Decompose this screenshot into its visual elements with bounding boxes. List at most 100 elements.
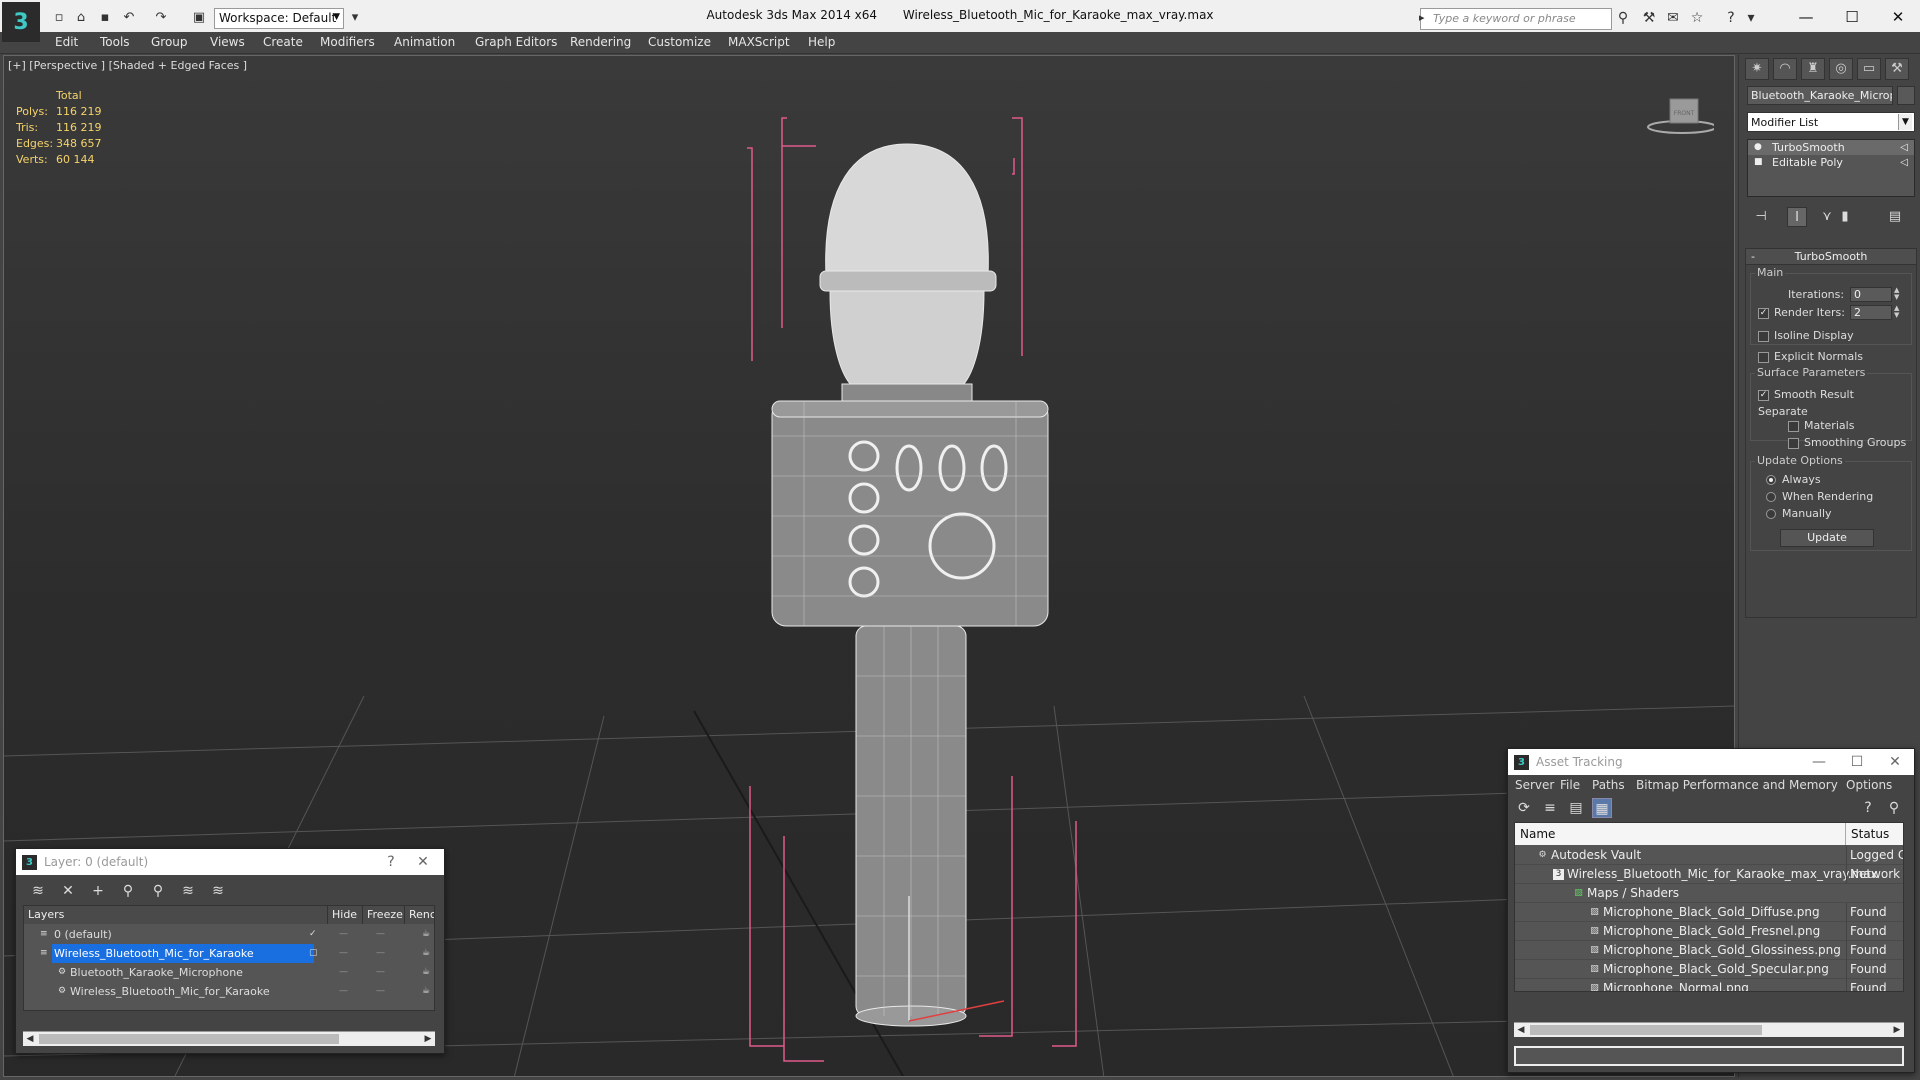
checkmark-icon[interactable]: ✓: [309, 929, 320, 940]
configure-modifier-sets-icon[interactable]: ▤: [1885, 207, 1905, 227]
save-file-icon[interactable]: ▪: [96, 9, 114, 27]
close-button[interactable]: ✕: [1875, 4, 1920, 30]
menu-file[interactable]: File: [1560, 778, 1580, 792]
hide-toggle[interactable]: —: [339, 944, 353, 963]
current-layer-icon[interactable]: ▢: [309, 948, 320, 959]
scroll-thumb[interactable]: [39, 1034, 339, 1044]
stack-item-editable-poly[interactable]: ■ Editable Poly ◁: [1748, 155, 1914, 170]
modifier-list-dropdown[interactable]: Modifier List ▼: [1747, 112, 1915, 132]
menu-animation[interactable]: Animation: [394, 35, 455, 49]
menu-graph-editors[interactable]: Graph Editors: [475, 35, 557, 49]
new-file-icon[interactable]: ▫: [50, 9, 68, 27]
detail-view-icon[interactable]: ▤: [1566, 798, 1586, 818]
always-radio[interactable]: [1766, 475, 1776, 485]
motion-tab-icon[interactable]: ◎: [1829, 58, 1853, 80]
freeze-toggle[interactable]: —: [376, 925, 390, 944]
highlight-layer-icon[interactable]: ⚲: [148, 881, 168, 901]
modify-tab-icon[interactable]: ◠: [1773, 58, 1797, 80]
menu-server[interactable]: Server: [1515, 778, 1554, 792]
menu-options[interactable]: Options: [1846, 778, 1892, 792]
explicit-normals-checkbox[interactable]: [1758, 352, 1769, 363]
column-layers[interactable]: Layers: [24, 906, 328, 924]
scroll-thumb[interactable]: [1530, 1025, 1762, 1035]
hide-all-icon[interactable]: ≋: [178, 881, 198, 901]
favorites-star-icon[interactable]: ☆: [1688, 9, 1706, 27]
hide-toggle[interactable]: —: [339, 963, 353, 982]
render-iters-spinner[interactable]: 2: [1850, 305, 1892, 320]
quick-access-more-icon[interactable]: ▾: [346, 9, 364, 27]
app-logo-icon[interactable]: 3: [2, 2, 40, 42]
asset-row[interactable]: ▧ Microphone_Black_Gold_Specular.png Fou…: [1515, 960, 1903, 979]
layer-row[interactable]: ≡ 0 (default) ✓ — — ☕: [24, 925, 434, 944]
create-layer-icon[interactable]: ≋: [28, 881, 48, 901]
viewcube-icon[interactable]: FRONT: [1644, 91, 1714, 136]
scroll-left-icon[interactable]: ◀: [23, 1032, 37, 1047]
menu-maxscript[interactable]: MAXScript: [728, 35, 790, 49]
teapot-icon[interactable]: ☕: [422, 929, 433, 940]
menu-edit[interactable]: Edit: [55, 35, 78, 49]
pin-icon[interactable]: ⚲: [1884, 798, 1904, 818]
freeze-toggle[interactable]: —: [376, 963, 390, 982]
column-render[interactable]: Renc: [405, 906, 434, 924]
update-button[interactable]: Update: [1780, 529, 1874, 547]
lightbulb-icon[interactable]: ●: [1754, 140, 1762, 155]
menu-group[interactable]: Group: [151, 35, 188, 49]
column-name[interactable]: Name: [1515, 823, 1846, 845]
smooth-result-checkbox[interactable]: ✓: [1758, 390, 1769, 401]
project-folder-icon[interactable]: ▣: [190, 9, 208, 27]
manually-radio[interactable]: [1766, 509, 1776, 519]
maximize-button[interactable]: ☐: [1844, 749, 1870, 775]
freeze-toggle[interactable]: —: [376, 944, 390, 963]
menu-tools[interactable]: Tools: [100, 35, 130, 49]
subscription-icon[interactable]: ⚒: [1640, 9, 1658, 27]
help-icon[interactable]: ?: [1722, 9, 1740, 27]
help-button[interactable]: ?: [378, 849, 404, 875]
utilities-tab-icon[interactable]: ⚒: [1885, 58, 1909, 80]
layer-row[interactable]: ≡ Wireless_Bluetooth_Mic_for_Karaoke ▢ —…: [24, 944, 434, 963]
layer-window-titlebar[interactable]: 3 Layer: 0 (default) ? ✕: [16, 849, 444, 875]
layer-row[interactable]: ⚙ Bluetooth_Karaoke_Microphone — — ☕: [24, 963, 434, 982]
asset-row[interactable]: ▧ Microphone_Black_Gold_Glossiness.png F…: [1515, 941, 1903, 960]
select-objects-icon[interactable]: ⚲: [118, 881, 138, 901]
asset-row[interactable]: ▨ Maps / Shaders: [1515, 884, 1903, 903]
scroll-right-icon[interactable]: ▶: [421, 1032, 435, 1047]
minimize-button[interactable]: —: [1806, 749, 1832, 775]
when-rendering-radio[interactable]: [1766, 492, 1776, 502]
list-view-icon[interactable]: ≡: [1540, 798, 1560, 818]
delete-layer-icon[interactable]: ✕: [58, 881, 78, 901]
help-icon[interactable]: ?: [1858, 798, 1878, 818]
menu-views[interactable]: Views: [210, 35, 245, 49]
rollout-header[interactable]: - TurboSmooth: [1746, 249, 1916, 265]
menu-bitmap-performance[interactable]: Bitmap Performance and Memory: [1636, 778, 1838, 792]
add-to-layer-icon[interactable]: +: [88, 881, 108, 901]
menu-customize[interactable]: Customize: [648, 35, 711, 49]
column-freeze[interactable]: Freeze: [363, 906, 405, 924]
hide-toggle[interactable]: —: [339, 925, 353, 944]
help-dropdown-icon[interactable]: ▾: [1742, 9, 1760, 27]
create-tab-icon[interactable]: ✷: [1745, 58, 1769, 80]
materials-checkbox[interactable]: [1788, 421, 1799, 432]
layer-horizontal-scrollbar[interactable]: ◀ ▶: [23, 1031, 435, 1046]
layer-row[interactable]: ⚙ Wireless_Bluetooth_Mic_for_Karaoke — —…: [24, 982, 434, 1001]
asset-row[interactable]: ▧ Microphone_Black_Gold_Fresnel.png Foun…: [1515, 922, 1903, 941]
make-unique-icon[interactable]: ⋎: [1817, 207, 1837, 227]
communication-icon[interactable]: ✉: [1664, 9, 1682, 27]
workspace-dropdown[interactable]: Workspace: Default ▼: [214, 8, 344, 29]
spinner-arrows-icon[interactable]: ▲ ▼: [1894, 287, 1902, 302]
pin-stack-icon[interactable]: ⊣: [1751, 207, 1771, 227]
column-status[interactable]: Status: [1846, 823, 1903, 845]
remove-modifier-icon[interactable]: ▮: [1835, 207, 1855, 227]
menu-paths[interactable]: Paths: [1592, 778, 1625, 792]
column-hide[interactable]: Hide: [328, 906, 363, 924]
teapot-icon[interactable]: ☕: [422, 948, 433, 959]
refresh-icon[interactable]: ⟳: [1514, 798, 1534, 818]
object-name-field[interactable]: Bluetooth_Karaoke_Micropho: [1747, 86, 1893, 105]
smoothing-groups-checkbox[interactable]: [1788, 438, 1799, 449]
maximize-button[interactable]: ☐: [1829, 4, 1875, 30]
viewport-label[interactable]: [+] [Perspective ] [Shaded + Edged Faces…: [8, 59, 247, 72]
asset-row[interactable]: ▧ Microphone_Normal.png Found: [1515, 979, 1903, 991]
search-input[interactable]: Type a keyword or phrase: [1419, 8, 1612, 30]
teapot-icon[interactable]: ☕: [422, 986, 433, 997]
menu-help[interactable]: Help: [808, 35, 835, 49]
undo-icon[interactable]: ↶: [120, 9, 138, 27]
